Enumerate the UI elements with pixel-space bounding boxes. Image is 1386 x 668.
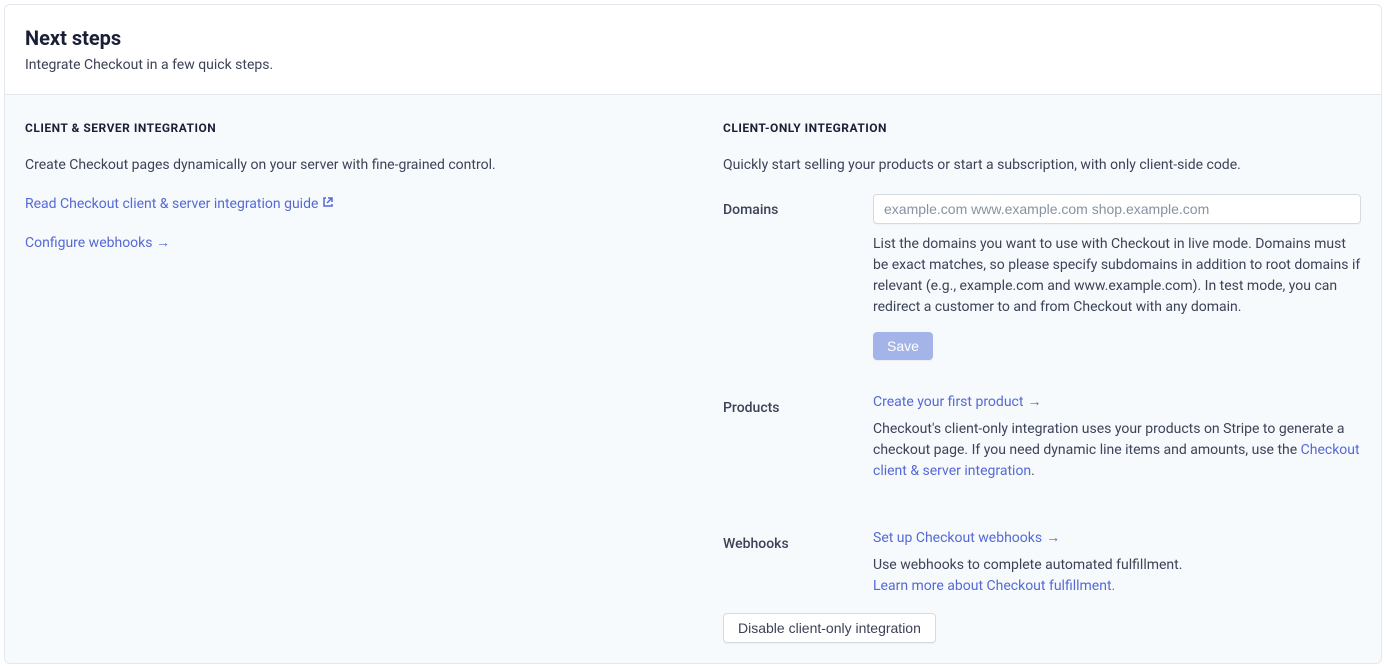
webhooks-label: Webhooks (723, 536, 789, 552)
webhooks-help: Use webhooks to complete automated fulfi… (873, 555, 1361, 597)
domains-help: List the domains you want to use with Ch… (873, 234, 1361, 318)
domains-label: Domains (723, 202, 778, 218)
client-server-heading: CLIENT & SERVER INTEGRATION (25, 119, 663, 137)
domains-row: Domains List the domains you want to use… (723, 194, 1361, 360)
arrow-right-icon: → (1027, 392, 1041, 413)
products-help-prefix: Checkout's client-only integration uses … (873, 421, 1344, 458)
disable-client-only-button[interactable]: Disable client-only integration (723, 613, 936, 643)
configure-webhooks-link[interactable]: Configure webhooks → (25, 233, 663, 254)
card-subtitle: Integrate Checkout in a few quick steps. (25, 55, 1361, 76)
read-guide-label: Read Checkout client & server integratio… (25, 196, 318, 212)
create-product-label: Create your first product (873, 392, 1023, 413)
external-link-icon (322, 194, 334, 206)
card-body: CLIENT & SERVER INTEGRATION Create Check… (5, 95, 1381, 663)
read-guide-link[interactable]: Read Checkout client & server integratio… (25, 194, 663, 215)
client-server-section: CLIENT & SERVER INTEGRATION Create Check… (25, 119, 663, 643)
save-button[interactable]: Save (873, 332, 933, 360)
client-server-desc: Create Checkout pages dynamically on you… (25, 155, 663, 176)
setup-webhooks-label: Set up Checkout webhooks (873, 528, 1042, 549)
webhooks-row: Webhooks Set up Checkout webhooks → Use … (723, 528, 1361, 597)
setup-webhooks-link[interactable]: Set up Checkout webhooks → (873, 528, 1060, 549)
client-only-heading: CLIENT-ONLY INTEGRATION (723, 119, 1361, 137)
disable-wrap: Disable client-only integration (723, 613, 1361, 643)
products-help-suffix: . (1031, 463, 1035, 479)
products-label: Products (723, 400, 780, 416)
client-only-section: CLIENT-ONLY INTEGRATION Quickly start se… (723, 119, 1361, 643)
products-help: Checkout's client-only integration uses … (873, 419, 1361, 482)
domains-input[interactable] (873, 194, 1361, 224)
products-row: Products Create your first product → Che… (723, 392, 1361, 496)
client-only-desc: Quickly start selling your products or s… (723, 155, 1361, 176)
webhooks-help-text: Use webhooks to complete automated fulfi… (873, 557, 1182, 573)
arrow-right-icon: → (1046, 528, 1060, 549)
arrow-right-icon: → (156, 233, 170, 254)
next-steps-card: Next steps Integrate Checkout in a few q… (4, 4, 1382, 664)
create-product-link[interactable]: Create your first product → (873, 392, 1041, 413)
learn-fulfillment-link[interactable]: Learn more about Checkout fulfillment. (873, 578, 1115, 594)
configure-webhooks-label: Configure webhooks (25, 235, 152, 251)
card-title: Next steps (25, 23, 1361, 53)
card-header: Next steps Integrate Checkout in a few q… (5, 5, 1381, 95)
